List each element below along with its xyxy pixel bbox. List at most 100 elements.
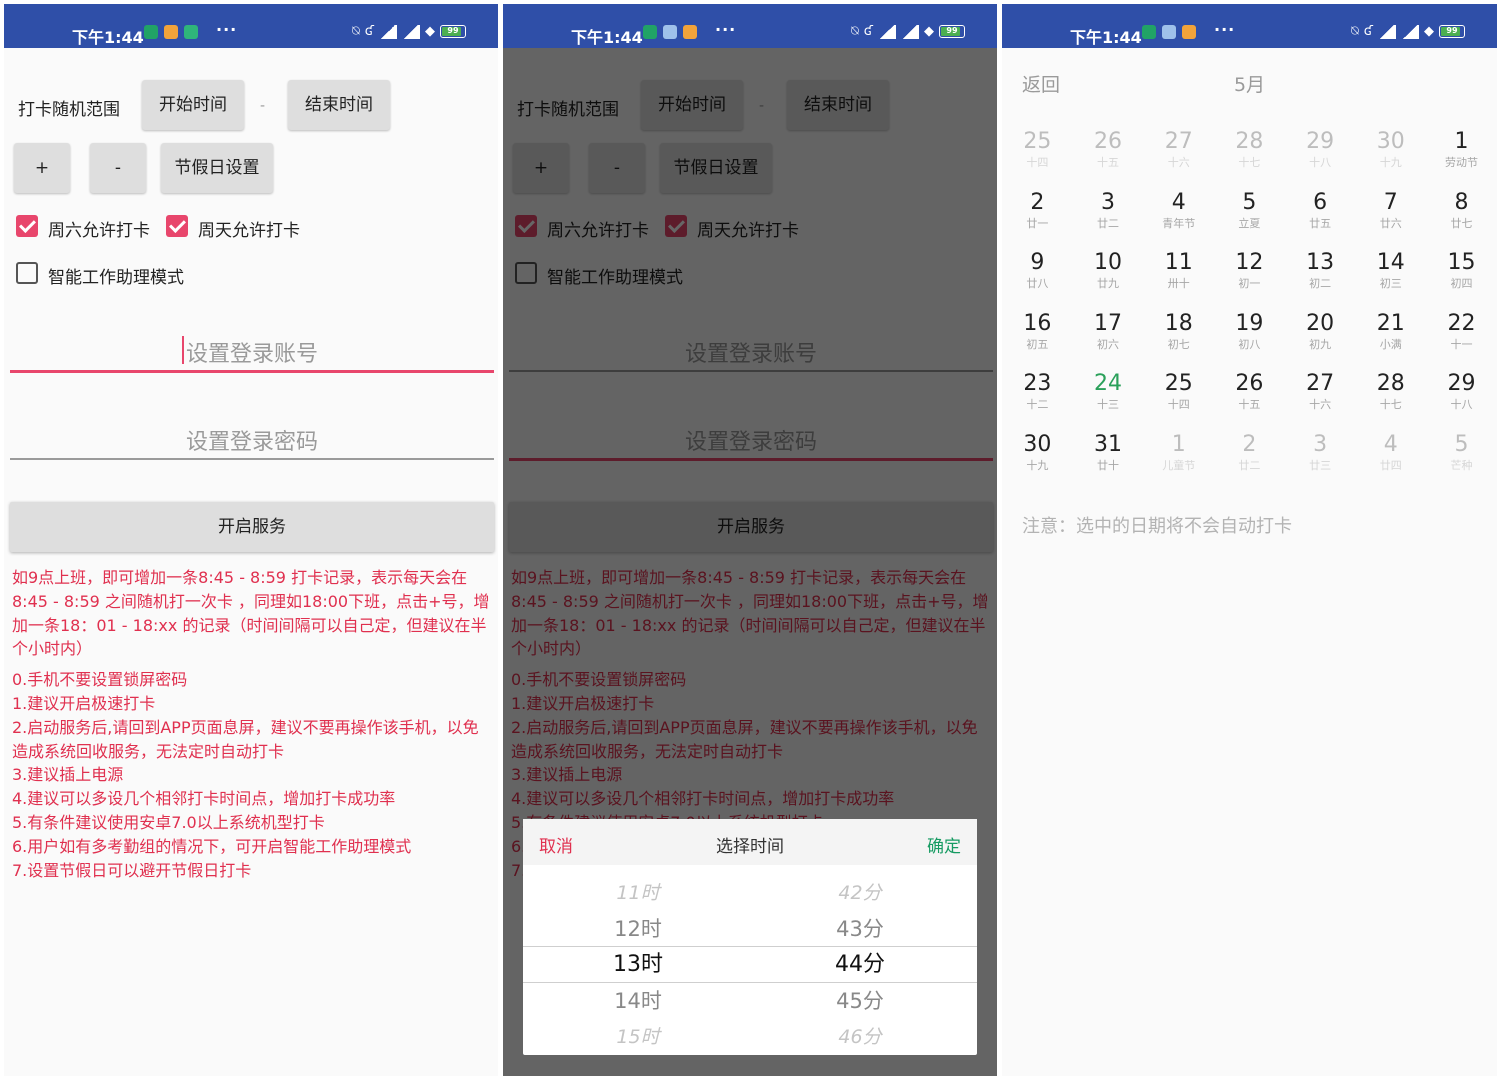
day-number: 28 — [1235, 129, 1264, 154]
calendar-day[interactable]: 1 劳动节 — [1426, 128, 1497, 189]
lunar-label: 十九 — [1379, 156, 1402, 169]
calendar-day[interactable]: 31 廿十 — [1073, 431, 1144, 492]
calendar-day[interactable]: 2 廿一 — [1002, 189, 1073, 250]
calendar-day[interactable]: 14 初三 — [1355, 249, 1426, 310]
minute-option[interactable]: 45分 — [785, 983, 935, 1019]
password-input[interactable]: 设置登录密码 — [10, 424, 494, 456]
calendar-day[interactable]: 11 卅十 — [1143, 249, 1214, 310]
sunday-checkbox-label[interactable]: 周天允许打卡 — [198, 216, 300, 241]
orange-app-icon — [683, 25, 697, 39]
calendar-day[interactable]: 12 初一 — [1214, 249, 1285, 310]
hour-option[interactable]: 15时 — [563, 1019, 713, 1055]
minute-option[interactable]: 43分 — [785, 911, 935, 947]
calendar-day[interactable]: 17 初六 — [1073, 310, 1144, 371]
hour-option[interactable]: 11时 — [563, 875, 713, 911]
account-underline — [10, 370, 494, 373]
calendar-day[interactable]: 8 廿七 — [1426, 189, 1497, 250]
calendar-day[interactable]: 29 十八 — [1426, 370, 1497, 431]
holiday-settings-button[interactable]: 节假日设置 — [161, 143, 273, 193]
calendar-day[interactable]: 4 廿四 — [1355, 431, 1426, 492]
day-number: 14 — [1376, 250, 1405, 275]
start-time-button[interactable]: 开始时间 — [142, 80, 244, 130]
day-number: 10 — [1094, 250, 1123, 275]
calendar-day[interactable]: 26 十五 — [1073, 128, 1144, 189]
saturday-checkbox[interactable] — [16, 215, 38, 237]
battery-icon: 99 — [1439, 25, 1465, 38]
minute-option[interactable]: 42分 — [785, 875, 935, 911]
calendar-day[interactable]: 6 廿五 — [1285, 189, 1356, 250]
day-number: 31 — [1094, 431, 1123, 457]
calendar-day[interactable]: 4 青年节 — [1143, 189, 1214, 250]
day-number: 8 — [1454, 189, 1469, 215]
hour-option[interactable]: 12时 — [563, 911, 713, 947]
calendar-day[interactable]: 18 初七 — [1143, 310, 1214, 371]
calendar-day[interactable]: 15 初四 — [1426, 249, 1497, 310]
calendar-day-today[interactable]: 24 十三 — [1073, 370, 1144, 431]
hd-signal-icon — [1401, 24, 1419, 39]
calendar-day[interactable]: 25 十四 — [1002, 128, 1073, 189]
calendar-day[interactable]: 10 廿九 — [1073, 249, 1144, 310]
start-service-button[interactable]: 开启服务 — [10, 502, 494, 552]
calendar-day[interactable]: 22 十一 — [1426, 310, 1497, 371]
alarm-off-icon: ⍉ — [850, 24, 859, 39]
lunar-label: 立夏 — [1238, 216, 1261, 230]
calendar-day[interactable]: 27 十六 — [1285, 370, 1356, 431]
calendar-day[interactable]: 2 廿二 — [1214, 431, 1285, 492]
calendar-day[interactable]: 5 立夏 — [1214, 189, 1285, 250]
minute-wheel[interactable]: 42分 43分 44分 45分 46分 — [785, 875, 935, 1055]
day-number: 20 — [1306, 310, 1335, 336]
saturday-checkbox-label[interactable]: 周六允许打卡 — [48, 216, 150, 241]
hour-wheel[interactable]: 11时 12时 13时 14时 15时 — [563, 875, 713, 1055]
battery-icon: 99 — [440, 25, 466, 38]
calendar-day[interactable]: 9 廿八 — [1002, 249, 1073, 310]
hour-option[interactable]: 14时 — [563, 983, 713, 1019]
calendar-day[interactable]: 1 儿童节 — [1143, 431, 1214, 492]
lunar-label: 十九 — [1026, 458, 1049, 472]
calendar-day[interactable]: 21 小满 — [1355, 310, 1426, 371]
calendar-day[interactable]: 7 廿六 — [1355, 189, 1426, 250]
calendar-day[interactable]: 3 廿二 — [1073, 189, 1144, 250]
day-number: 2 — [1030, 189, 1045, 215]
minute-option[interactable]: 46分 — [785, 1019, 935, 1055]
calendar-day[interactable]: 5 芒种 — [1426, 431, 1497, 492]
system-icons: ⍉ ʛ ◆ 99 — [851, 24, 965, 39]
lunar-label: 廿九 — [1097, 277, 1120, 290]
calendar-day[interactable]: 30 十九 — [1002, 431, 1073, 492]
status-bar: 下午1:44 ··· ⍉ ʛ ◆ 99 — [4, 4, 498, 48]
calendar-day[interactable]: 29 十八 — [1285, 128, 1356, 189]
more-notifications-icon: ··· — [216, 20, 238, 39]
battery-level: 99 — [447, 26, 459, 35]
account-input[interactable]: 设置登录账号 — [10, 336, 494, 368]
calendar-day[interactable]: 23 十二 — [1002, 370, 1073, 431]
end-time-button[interactable]: 结束时间 — [288, 80, 390, 130]
lunar-label: 初七 — [1167, 337, 1190, 351]
sunday-checkbox[interactable] — [166, 215, 188, 237]
minute-option-selected[interactable]: 44分 — [785, 947, 935, 983]
smart-mode-checkbox[interactable] — [16, 262, 38, 284]
tip-item: 6.用户如有多考勤组的情况下，可开启智能工作助理模式 — [12, 836, 412, 856]
calendar-day[interactable]: 30 十九 — [1355, 128, 1426, 189]
calendar-day[interactable]: 20 初九 — [1285, 310, 1356, 371]
hour-option-selected[interactable]: 13时 — [563, 947, 713, 983]
smart-mode-label[interactable]: 智能工作助理模式 — [48, 263, 184, 288]
calendar-day[interactable]: 25 十四 — [1143, 370, 1214, 431]
calendar-day[interactable]: 16 初五 — [1002, 310, 1073, 371]
settings-screen: 下午1:44 ··· ⍉ ʛ ◆ 99 打卡随机范围 开始时间 - 结束时间 +… — [4, 4, 498, 1076]
remove-range-button[interactable]: - — [90, 143, 146, 193]
add-range-button[interactable]: + — [14, 143, 70, 193]
calendar-day[interactable]: 27 十六 — [1143, 128, 1214, 189]
battery-icon: 99 — [939, 25, 965, 38]
lunar-label: 初八 — [1238, 337, 1261, 351]
calendar-day[interactable]: 19 初八 — [1214, 310, 1285, 371]
calendar-day[interactable]: 26 十五 — [1214, 370, 1285, 431]
calendar-day[interactable]: 28 十七 — [1355, 370, 1426, 431]
nfc-icon: ʛ — [1363, 24, 1373, 39]
calendar-day[interactable]: 28 十七 — [1214, 128, 1285, 189]
confirm-button[interactable]: 确定 — [927, 832, 961, 857]
calendar-day[interactable]: 13 初二 — [1285, 249, 1356, 310]
day-number: 15 — [1447, 250, 1476, 275]
day-number: 5 — [1242, 189, 1257, 215]
day-number: 22 — [1447, 310, 1476, 336]
calendar-day[interactable]: 3 廿三 — [1285, 431, 1356, 492]
lunar-label: 十四 — [1026, 156, 1049, 169]
